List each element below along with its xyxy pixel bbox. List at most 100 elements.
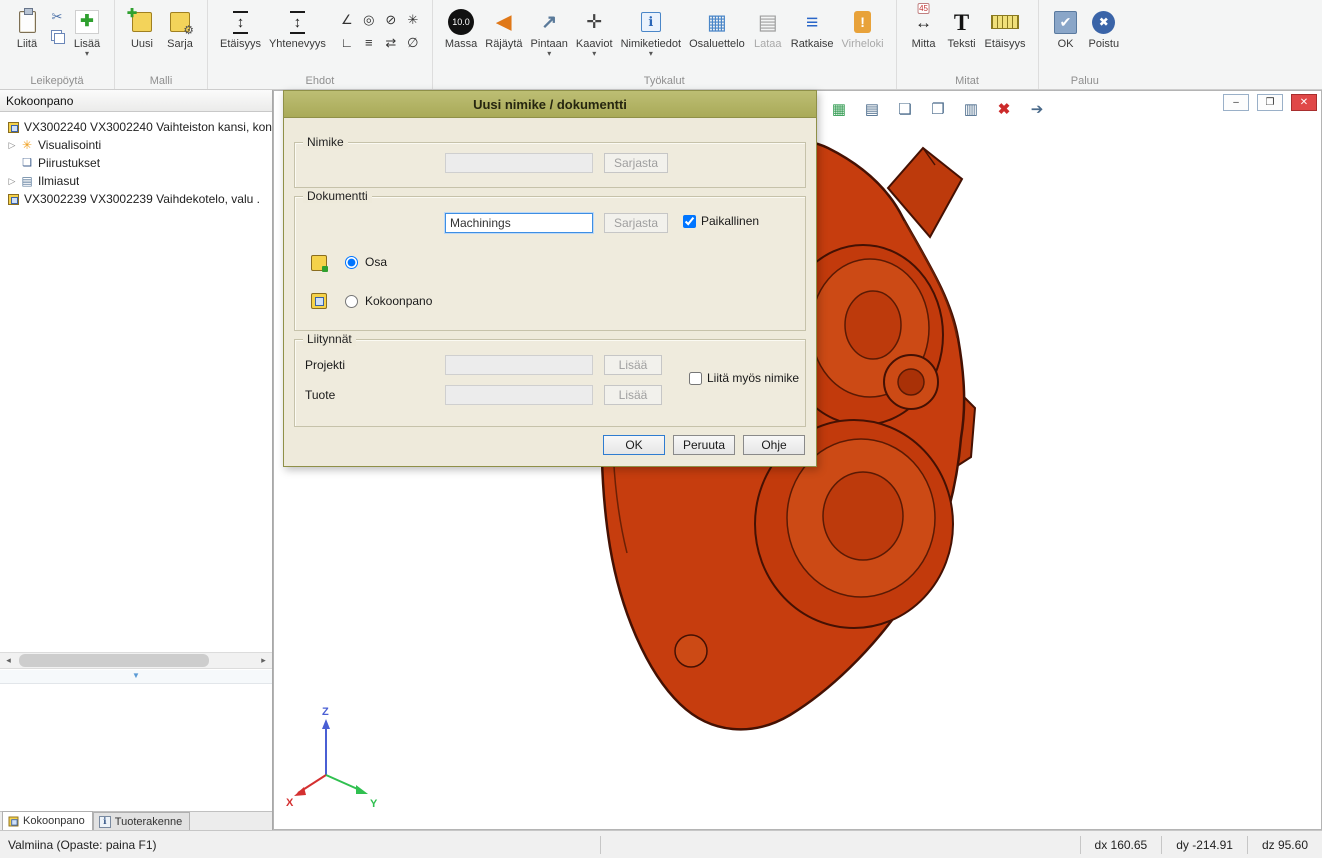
symmetry-constraint-icon[interactable]: ✳ [402,8,424,31]
link-item-checkbox[interactable] [689,372,702,385]
cancel-button[interactable]: Peruuta [673,435,735,455]
parallel-constraint-icon[interactable]: ≡ [358,31,380,54]
tree-item-sub-assembly[interactable]: VX3002239 VX3002239 Vaihdekotelo, valu . [0,190,272,208]
scroll-left-arrow[interactable]: ◂ [0,653,17,668]
sort-indicator-icon[interactable]: ▼ [132,672,140,680]
dialog-title-bar[interactable]: Uusi nimike / dokumentti [284,91,816,118]
paste-icon [19,11,36,33]
angle-constraint-icon[interactable]: ∠ [336,8,358,31]
expander-icon[interactable]: ▷ [5,176,19,187]
diagrams-button[interactable]: ✛ Kaaviot ▾ [572,4,617,59]
tab-assembly[interactable]: Kokoonpano [2,811,93,830]
document-name-input[interactable] [445,213,593,233]
print-icon[interactable]: ▥ [959,97,983,121]
distance-constraint-label: Etäisyys [220,38,261,50]
tree-item-appearances[interactable]: ▷ ▤ Ilmiasut [0,172,272,190]
copy-view-icon[interactable]: ❏ [893,97,917,121]
close-button[interactable]: ✕ [1291,94,1317,111]
perpendicular-constraint-icon[interactable]: ∟ [336,31,358,54]
text-button[interactable]: T Teksti [943,4,981,52]
link-item-checkbox-row: Liitä myös nimike [689,371,799,385]
solve-button[interactable]: ≡ Ratkaise [787,4,838,52]
tree-item-root-assembly[interactable]: VX3002240 VX3002240 Vaihteiston kansi, k… [0,118,272,136]
add-button[interactable]: ✚ Lisää ▾ [68,4,106,59]
minimize-button[interactable]: – [1223,94,1249,111]
assembly-tree-panel: Kokoonpano VX3002240 VX3002240 Vaihteist… [0,90,273,830]
new-item-dialog: Uusi nimike / dokumentti Nimike Sarjasta… [283,90,817,467]
text-label: Teksti [947,38,975,50]
tree-item-drawings[interactable]: ❏ Piirustukset [0,154,272,172]
part-radio[interactable] [345,256,358,269]
dropdown-caret-icon: ▾ [85,50,89,57]
scroll-right-arrow[interactable]: ▸ [255,653,272,668]
cut-button[interactable]: ✂ [48,8,66,24]
dimension-button[interactable]: ↔45 Mitta [905,4,943,52]
diameter-constraint-icon[interactable]: ∅ [402,31,424,54]
assembly-tab-icon [9,816,19,826]
expander-icon[interactable]: ▷ [5,140,19,151]
to-surface-icon: ↗ [541,13,557,32]
clipboard-small-buttons: ✂ [46,4,68,48]
local-checkbox-row: Paikallinen [683,214,759,228]
align-constraint-icon[interactable]: ⇄ [380,31,402,54]
tab-product-structure[interactable]: ℹ Tuoterakenne [93,812,190,830]
parts-list-button[interactable]: ▦ Osaluettelo [685,4,749,52]
item-data-button[interactable]: ℹ Nimiketiedot ▾ [617,4,686,59]
export-icon[interactable]: ➔ [1025,97,1049,121]
load-button: ▤ Lataa [749,4,787,52]
load-label: Lataa [754,38,782,50]
series-label: Sarja [167,38,193,50]
product-label: Tuote [305,388,335,402]
ok-ribbon-label: OK [1058,38,1074,50]
exit-button[interactable]: ✖ Poistu [1085,4,1124,52]
coincidence-button[interactable]: ↕ Yhtenevyys [265,4,330,52]
orientation-triad: Z X Y [284,703,404,813]
local-checkbox[interactable] [683,215,696,228]
drawings-icon: ❏ [19,158,35,169]
item-group: Nimike Sarjasta [294,142,806,188]
delete-icon[interactable]: ✖ [992,97,1016,121]
series-button[interactable]: ⚙ Sarja [161,4,199,52]
scrollbar-track[interactable] [17,653,255,668]
document-group-legend: Dokumentti [303,189,372,203]
part-radio-label: Osa [365,255,387,269]
dimension-label: Mitta [912,38,936,50]
copy-button[interactable] [48,28,66,44]
measure-distance-button[interactable]: Etäisyys [981,4,1030,52]
diagrams-icon: ✛ [586,13,602,32]
ok-button[interactable]: OK [603,435,665,455]
parts-list-label: Osaluettelo [689,38,745,50]
part-icon [311,255,327,271]
mass-button[interactable]: 10.0 Massa [441,4,481,52]
grid-table-icon[interactable]: ▦ [827,97,851,121]
scrollbar-thumb[interactable] [19,654,209,667]
window-icon[interactable]: ❐ [926,97,950,121]
tangent-constraint-icon[interactable]: ⊘ [380,8,402,31]
exit-icon: ✖ [1092,11,1115,34]
to-surface-button[interactable]: ↗ Pintaan ▾ [527,4,572,59]
help-button[interactable]: Ohje [743,435,805,455]
sheet-icon[interactable]: ▤ [860,97,884,121]
solve-icon: ≡ [806,12,818,33]
dialog-buttons: OK Peruuta Ohje [294,435,806,457]
distance-constraint-button[interactable]: ↕ Etäisyys [216,4,265,52]
series-icon: ⚙ [170,12,190,32]
new-label: Uusi [131,38,153,50]
explode-button[interactable]: ◀ Räjäytä [481,4,526,52]
restore-button[interactable]: ❐ [1257,94,1283,111]
ribbon-group-constraints: ↕ Etäisyys ↕ Yhtenevyys ∠ ◎ ⊘ ✳ ∟ ≡ ⇄ ∅ … [207,0,432,89]
dz-readout: dz 95.60 [1248,831,1322,858]
tree-horizontal-scrollbar[interactable]: ◂ ▸ [0,652,272,669]
concentric-constraint-icon[interactable]: ◎ [358,8,380,31]
assembly-icon [5,194,21,205]
ok-ribbon-button[interactable]: ✔ OK [1047,4,1085,52]
new-button[interactable]: ✚ Uusi [123,4,161,52]
tree-item-visualization[interactable]: ▷ ✳ Visualisointi [0,136,272,154]
exit-label: Poistu [1089,38,1120,50]
group-label-constraints: Ehdot [208,75,432,87]
assembly-radio[interactable] [345,295,358,308]
dimension-icon: ↔45 [915,14,932,31]
dy-readout: dy -214.91 [1162,831,1247,858]
link-item-checkbox-label: Liitä myös nimike [707,371,799,385]
paste-button[interactable]: Liitä [8,4,46,52]
